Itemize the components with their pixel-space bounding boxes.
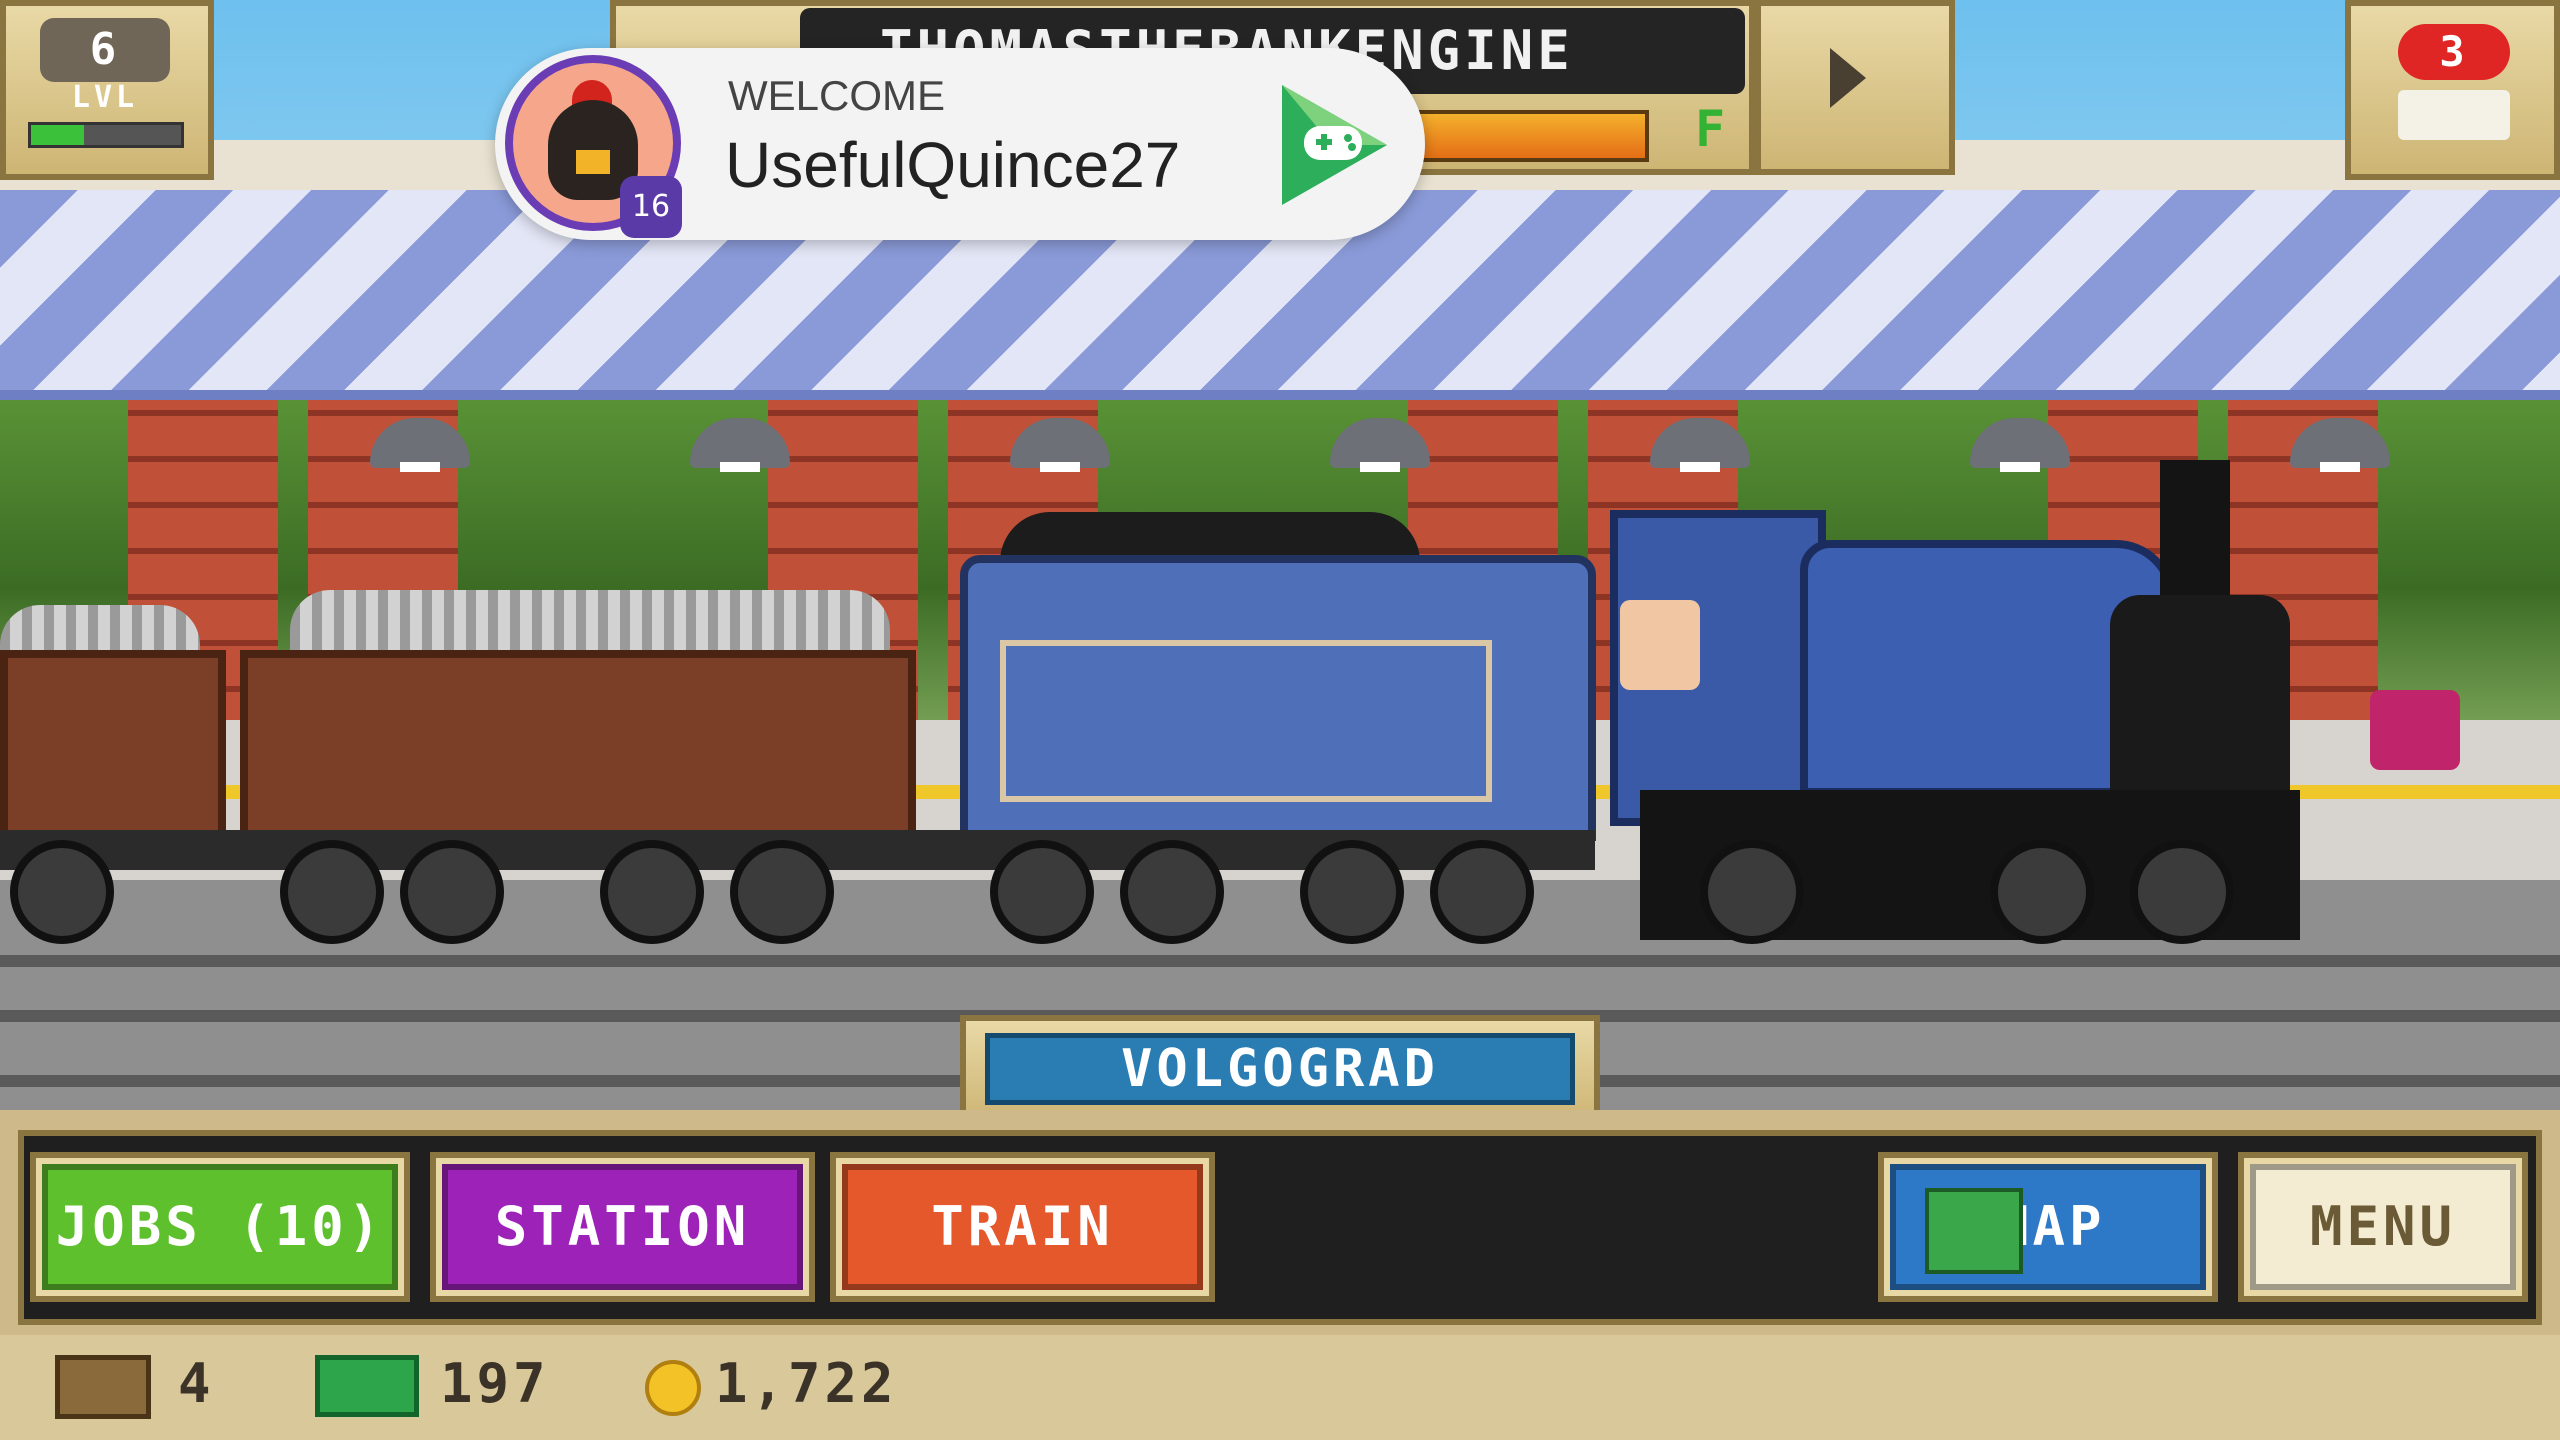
wheel-icon xyxy=(280,840,384,944)
map-icon[interactable] xyxy=(1925,1188,2023,1274)
google-play-games-icon xyxy=(1282,85,1387,205)
station-name: VOLGOGRAD xyxy=(1121,1039,1439,1099)
freight-wagon[interactable] xyxy=(240,650,916,846)
freight-wagon[interactable] xyxy=(0,650,226,846)
player-name: UsefulQuince27 xyxy=(725,129,1181,201)
wheel-icon xyxy=(400,840,504,944)
crates-value: 4 xyxy=(178,1352,215,1415)
trains-count-badge: 3 xyxy=(2398,24,2510,80)
wheel-icon xyxy=(990,840,1094,944)
train-button[interactable]: TRAIN xyxy=(842,1164,1203,1290)
wheel-icon xyxy=(1990,840,2094,944)
wheel-icon xyxy=(1430,840,1534,944)
level-label: LVL xyxy=(71,80,139,115)
wheel-icon xyxy=(600,840,704,944)
station-button[interactable]: STATION xyxy=(442,1164,803,1290)
rooster-beak-icon xyxy=(576,150,610,174)
wheel-icon xyxy=(1120,840,1224,944)
wheel-icon xyxy=(2130,840,2234,944)
welcome-label: WELCOME xyxy=(728,72,946,119)
handbag-icon[interactable] xyxy=(2370,690,2460,770)
wheel-icon xyxy=(10,840,114,944)
wheel-icon xyxy=(730,840,834,944)
tender-panel xyxy=(1000,640,1492,802)
wheel-icon xyxy=(1300,840,1404,944)
player-level-badge: 16 xyxy=(620,176,682,238)
menu-button[interactable]: MENU xyxy=(2250,1164,2516,1290)
xp-progress-fill xyxy=(31,125,84,145)
fuel-label: F xyxy=(1695,100,1730,158)
play-arrow-icon[interactable] xyxy=(1830,48,1866,108)
wheel-icon xyxy=(1700,840,1804,944)
locomotive-chimney xyxy=(2160,460,2230,610)
cash-icon xyxy=(315,1355,419,1417)
coin-icon xyxy=(645,1360,701,1416)
coins-value: 1,722 xyxy=(715,1352,898,1415)
xp-progress-bar xyxy=(28,122,184,148)
locomotive-icon[interactable] xyxy=(2398,90,2510,140)
crate-icon xyxy=(55,1355,151,1419)
cash-value: 197 xyxy=(440,1352,550,1415)
rail xyxy=(0,955,2560,967)
jobs-button[interactable]: JOBS (10) xyxy=(42,1164,398,1290)
driver-avatar xyxy=(1620,600,1700,690)
level-value: 6 xyxy=(89,24,121,75)
